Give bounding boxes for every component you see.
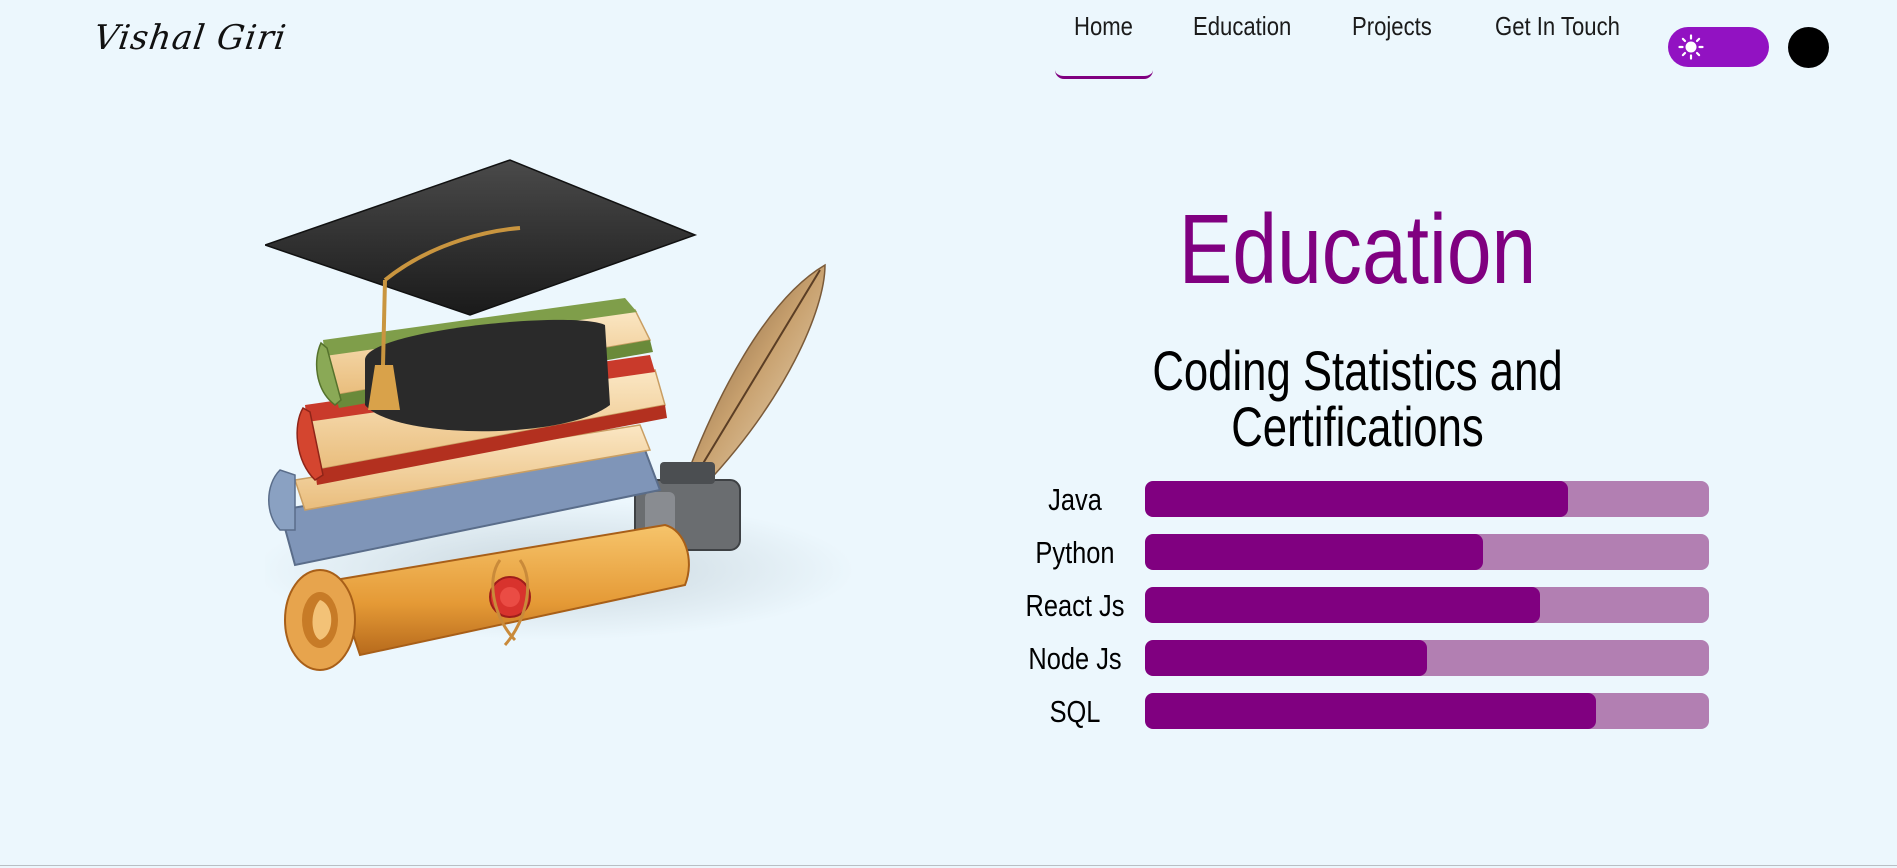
skill-row-react-js: React Js [1010, 586, 1710, 639]
skill-progress-track [1145, 481, 1709, 517]
skill-label: React Js [1025, 588, 1125, 623]
page-bottom-divider [0, 865, 1897, 866]
dark-mode-indicator[interactable] [1788, 27, 1829, 68]
skill-label: Node Js [1028, 641, 1122, 676]
skill-progress-fill [1145, 587, 1540, 623]
skill-row-java: Java [1010, 480, 1710, 533]
theme-toggle[interactable] [1668, 27, 1769, 67]
skill-row-node-js: Node Js [1010, 639, 1710, 692]
skill-row-python: Python [1010, 533, 1710, 586]
page-title: Education [1178, 194, 1537, 304]
skill-label: SQL [1049, 694, 1101, 729]
skill-progress-fill [1145, 534, 1484, 570]
sun-icon [1678, 34, 1704, 60]
skill-progress-fill [1145, 693, 1597, 729]
skill-progress-track [1145, 587, 1709, 623]
nav-projects[interactable]: Projects [1352, 11, 1432, 42]
nav-home[interactable]: Home [1074, 11, 1133, 42]
skill-progress-fill [1145, 640, 1427, 676]
site-logo[interactable]: Vishal Giri [91, 18, 289, 58]
skill-label: Java [1048, 482, 1102, 517]
nav-education[interactable]: Education [1193, 11, 1291, 42]
skill-progress-track [1145, 640, 1709, 676]
active-nav-indicator [1055, 70, 1153, 79]
skill-progress-track [1145, 693, 1709, 729]
skill-row-sql: SQL [1010, 692, 1710, 745]
skills-list: Java Python React Js Node Js SQL [1010, 480, 1710, 745]
skill-progress-track [1145, 534, 1709, 570]
skill-progress-fill [1145, 481, 1568, 517]
nav-get-in-touch[interactable]: Get In Touch [1495, 11, 1620, 42]
page-subtitle: Coding Statistics and Certifications [1152, 339, 1563, 458]
skill-label: Python [1035, 535, 1115, 570]
education-illustration [265, 159, 855, 671]
